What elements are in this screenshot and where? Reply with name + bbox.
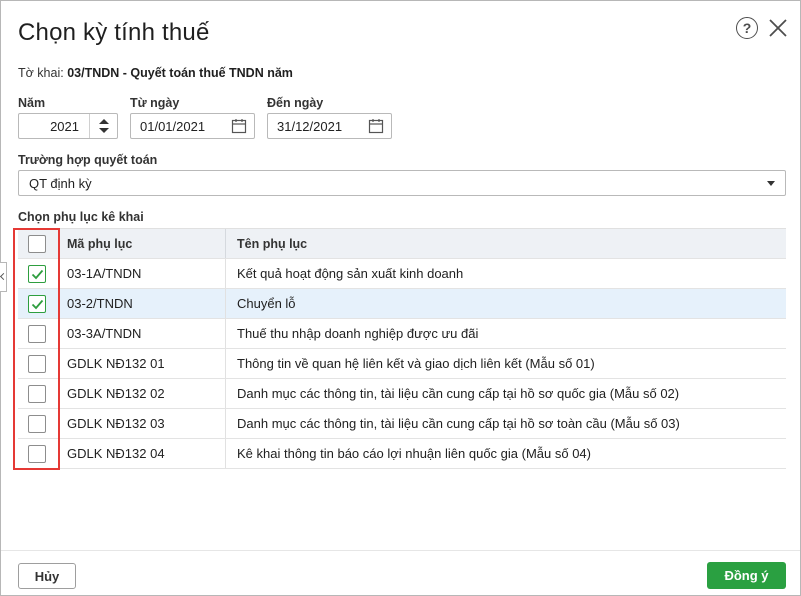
- row-checkbox[interactable]: [28, 384, 46, 403]
- table-row[interactable]: GDLK NĐ132 03 Danh mục các thông tin, tài…: [18, 409, 786, 439]
- row-check-cell: [18, 409, 56, 438]
- appendix-name: Chuyển lỗ: [237, 296, 296, 311]
- select-all-checkbox[interactable]: [28, 234, 46, 253]
- table-row[interactable]: GDLK NĐ132 02 Danh mục các thông tin, tài…: [18, 379, 786, 409]
- confirm-button[interactable]: Đồng ý: [707, 562, 786, 589]
- appendix-code: 03-1A/TNDN: [56, 259, 226, 288]
- dialog-title: Chọn kỳ tính thuế: [18, 19, 210, 46]
- appendix-name: Kết quả hoạt động sản xuất kinh doanh: [237, 266, 464, 281]
- declaration-label: Tờ khai:: [18, 66, 64, 80]
- appendix-name: Kê khai thông tin báo cáo lợi nhuận liên…: [237, 446, 591, 461]
- row-check-cell: [18, 289, 56, 318]
- year-label: Năm: [18, 96, 46, 110]
- row-checkbox[interactable]: [28, 444, 46, 463]
- column-header-code: Mã phụ lục: [56, 229, 226, 258]
- appendix-code: 03-3A/TNDN: [56, 319, 226, 348]
- close-icon[interactable]: [767, 17, 789, 39]
- appendix-name: Danh mục các thông tin, tài liệu cần cun…: [237, 416, 680, 431]
- declaration-info: Tờ khai: 03/TNDN - Quyết toán thuế TNDN …: [18, 66, 293, 80]
- appendix-code: GDLK NĐ132 01: [56, 349, 226, 378]
- cancel-button[interactable]: Hủy: [18, 563, 76, 589]
- select-all-cell: [18, 229, 56, 258]
- table-row[interactable]: 03-2/TNDN Chuyển lỗ: [18, 289, 786, 319]
- table-row[interactable]: 03-1A/TNDN Kết quả hoạt động sản xuất kin…: [18, 259, 786, 289]
- table-header-row: Mã phụ lục Tên phụ lục: [18, 229, 786, 259]
- to-date-label: Đến ngày: [267, 96, 324, 110]
- row-check-cell: [18, 379, 56, 408]
- calendar-icon[interactable]: [368, 118, 384, 134]
- from-date-input[interactable]: 01/01/2021: [130, 113, 255, 139]
- side-collapse-tab[interactable]: [0, 262, 7, 292]
- appendix-code: GDLK NĐ132 02: [56, 379, 226, 408]
- declaration-value: 03/TNDN - Quyết toán thuế TNDN năm: [67, 66, 293, 80]
- appendix-code: GDLK NĐ132 03: [56, 409, 226, 438]
- appendix-name: Thông tin về quan hệ liên kết và giao dị…: [237, 356, 595, 371]
- row-checkbox[interactable]: [28, 354, 46, 373]
- appendix-code: 03-2/TNDN: [56, 289, 226, 318]
- row-check-cell: [18, 259, 56, 288]
- help-icon[interactable]: ?: [736, 17, 758, 39]
- to-date-value: 31/12/2021: [277, 119, 343, 134]
- year-stepper[interactable]: 2021: [18, 113, 118, 139]
- row-check-cell: [18, 319, 56, 348]
- decrement-arrow-icon[interactable]: [99, 128, 109, 133]
- checkmark-icon: [31, 299, 44, 309]
- from-date-value: 01/01/2021: [140, 119, 206, 134]
- table-body: 03-1A/TNDN Kết quả hoạt động sản xuất kin…: [18, 259, 786, 469]
- table-row[interactable]: 03-3A/TNDN Thuế thu nhập doanh nghiệp đượ…: [18, 319, 786, 349]
- increment-arrow-icon[interactable]: [99, 119, 109, 124]
- appendix-table: Mã phụ lục Tên phụ lục 03-1A/TNDN Kết quả…: [18, 228, 786, 469]
- from-date-label: Từ ngày: [130, 96, 180, 110]
- appendix-name: Danh mục các thông tin, tài liệu cần cun…: [237, 386, 680, 401]
- table-row[interactable]: GDLK NĐ132 04 Kê khai thông tin báo cáo l…: [18, 439, 786, 469]
- row-checkbox[interactable]: [28, 324, 46, 343]
- appendix-code: GDLK NĐ132 04: [56, 439, 226, 468]
- dialog-footer: Hủy Đồng ý: [1, 550, 800, 595]
- chevron-down-icon: [767, 181, 775, 186]
- settlement-case-select[interactable]: QT định kỳ: [18, 170, 786, 196]
- row-checkbox[interactable]: [28, 414, 46, 433]
- row-check-cell: [18, 439, 56, 468]
- appendix-name: Thuế thu nhập doanh nghiệp được ưu đãi: [237, 326, 479, 341]
- to-date-input[interactable]: 31/12/2021: [267, 113, 392, 139]
- row-checkbox[interactable]: [28, 264, 46, 283]
- settlement-case-label: Trường hợp quyết toán: [18, 153, 158, 167]
- column-header-name: Tên phụ lục: [237, 236, 308, 251]
- calendar-icon[interactable]: [231, 118, 247, 134]
- year-value: 2021: [50, 119, 79, 134]
- period-selection-dialog: Chọn kỳ tính thuế ? Tờ khai: 03/TNDN - Q…: [0, 0, 801, 596]
- row-check-cell: [18, 349, 56, 378]
- appendix-section-label: Chọn phụ lục kê khai: [18, 210, 144, 224]
- year-spin-buttons: [89, 114, 117, 138]
- table-row[interactable]: GDLK NĐ132 01 Thông tin về quan hệ liên k…: [18, 349, 786, 379]
- settlement-case-value: QT định kỳ: [29, 176, 92, 191]
- row-checkbox[interactable]: [28, 294, 46, 313]
- checkmark-icon: [31, 269, 44, 279]
